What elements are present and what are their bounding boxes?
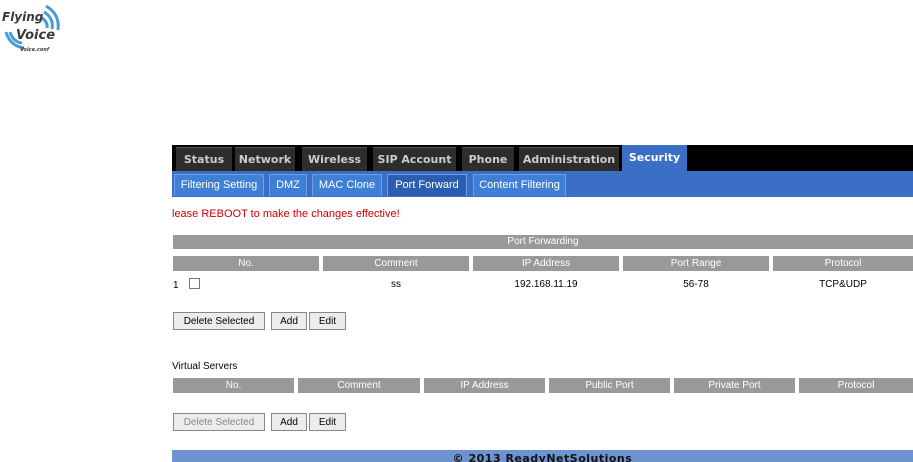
sub-tab-bar: Filtering Setting DMZ MAC Clone Port For… [172,171,913,197]
vs-header-protocol: Protocol [799,378,913,393]
pf-header-comment: Comment [323,256,469,271]
vs-header-private-port: Private Port [674,378,795,393]
pf-row-comment: ss [391,279,401,290]
vs-delete-selected-button[interactable]: Delete Selected [173,413,265,431]
vs-add-button[interactable]: Add [271,413,307,431]
logo-line-1: Flying [2,10,44,24]
pf-header-no: No. [173,256,319,271]
pf-add-button[interactable]: Add [271,312,307,330]
vs-header-ip-address: IP Address [424,378,545,393]
pf-row-port-range: 56-78 [683,279,709,290]
tab-security[interactable]: Security [622,145,687,171]
pf-edit-button[interactable]: Edit [309,312,346,330]
pf-header-protocol: Protocol [773,256,913,271]
tab-administration[interactable]: Administration [519,147,619,172]
pf-header-ip-address: IP Address [473,256,619,271]
tab-wireless[interactable]: Wireless [302,147,367,172]
pf-row-protocol: TCP&UDP [819,279,867,290]
footer-copyright: © 2013 ReadyNetSolutions [172,450,913,462]
subtab-dmz[interactable]: DMZ [269,174,307,196]
router-admin-panel: Status Network Wireless SIP Account Phon… [172,145,913,462]
vs-header-no: No. [173,378,294,393]
pf-row-ip: 192.168.11.19 [514,279,578,290]
tab-status[interactable]: Status [176,147,232,172]
reboot-notice: lease REBOOT to make the changes effecti… [172,208,400,220]
tab-sip-account[interactable]: SIP Account [373,147,456,172]
port-forwarding-title: Port Forwarding [173,235,913,249]
pf-row-no: 1 [173,280,179,291]
subtab-content-filtering[interactable]: Content Filtering [473,174,566,196]
tab-phone[interactable]: Phone [462,147,514,172]
logo-line-3: Voice.conf [20,47,50,53]
vs-header-public-port: Public Port [549,378,670,393]
pf-header-port-range: Port Range [623,256,769,271]
logo-line-2: Voice [16,28,56,43]
pf-row-checkbox[interactable] [189,278,200,289]
virtual-servers-title: Virtual Servers [172,361,238,372]
subtab-port-forward[interactable]: Port Forward [387,174,467,196]
subtab-mac-clone[interactable]: MAC Clone [312,174,382,196]
vs-header-comment: Comment [298,378,420,393]
tab-network[interactable]: Network [235,147,295,172]
subtab-filtering-setting[interactable]: Filtering Setting [174,174,264,196]
flying-voice-logo: Flying Voice Voice.conf [2,2,72,62]
vs-edit-button[interactable]: Edit [309,413,346,431]
main-tab-bar: Status Network Wireless SIP Account Phon… [172,145,913,172]
pf-delete-selected-button[interactable]: Delete Selected [173,312,265,330]
